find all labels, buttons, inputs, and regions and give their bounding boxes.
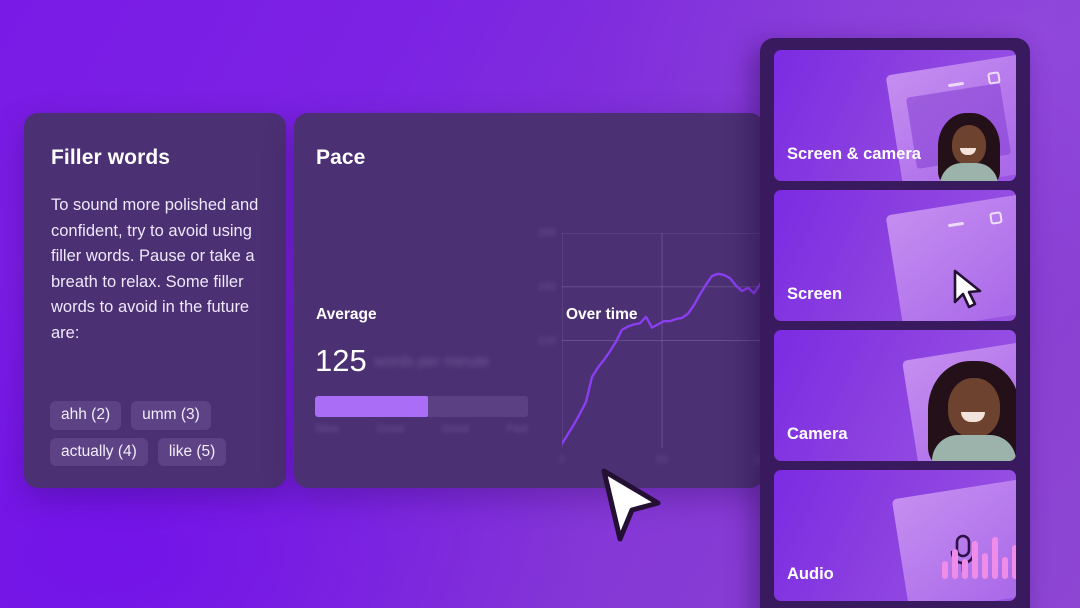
bar-tick: Good (441, 423, 469, 435)
avatar (928, 361, 1016, 461)
chart-x-tick-label: 0 (558, 454, 566, 466)
average-label: Average (316, 306, 377, 323)
filler-words-title: Filler words (51, 146, 171, 169)
chart-y-tick-label: 150 (537, 280, 556, 293)
source-tile-label: Camera (787, 425, 848, 443)
source-tile-screen[interactable]: Screen (774, 190, 1016, 321)
pace-over-time-chart: 200150100050100 (538, 227, 764, 466)
pace-progress-fill (315, 396, 428, 417)
chart-x-tick-label: 50 (655, 454, 669, 466)
chart-y-tick-label: 200 (537, 227, 556, 239)
pace-progress-bar (315, 396, 528, 417)
avatar (938, 113, 1000, 181)
source-tile-camera[interactable]: Camera (774, 330, 1016, 461)
filler-words-chip-list: ahh (2) umm (3) actually (4) like (5) (50, 401, 265, 466)
pace-title: Pace (316, 146, 366, 169)
filler-word-chip[interactable]: like (5) (157, 437, 227, 466)
recording-source-panel: Screen & camera Screen Camera Audio (760, 38, 1030, 608)
source-tile-label: Screen (787, 285, 843, 303)
pace-card: Pace Average Over time 125 words per min… (294, 113, 764, 488)
filler-words-card: Filler words To sound more polished and … (24, 113, 286, 488)
chart-svg (560, 232, 764, 448)
pace-bar-tick-labels: Slow Good Good Fast (315, 423, 528, 435)
filler-word-chip[interactable]: ahh (2) (50, 401, 122, 430)
source-tile-audio[interactable]: Audio (774, 470, 1016, 601)
filler-words-body: To sound more polished and confident, tr… (51, 196, 259, 342)
slide-square-icon (989, 211, 1003, 225)
audio-waveform-icon (942, 537, 1016, 579)
bar-tick: Fast (506, 423, 528, 435)
chart-y-tick-label: 100 (537, 334, 556, 347)
average-value: 125 (315, 343, 367, 378)
source-tile-label: Screen & camera (787, 145, 921, 163)
filler-word-chip[interactable]: actually (4) (50, 437, 148, 466)
bar-tick: Good (376, 423, 404, 435)
average-unit: words per minute (374, 353, 490, 370)
source-tile-screen-camera[interactable]: Screen & camera (774, 50, 1016, 181)
bar-tick: Slow (315, 423, 339, 435)
filler-word-chip[interactable]: umm (3) (131, 401, 211, 430)
source-tile-label: Audio (787, 565, 834, 583)
